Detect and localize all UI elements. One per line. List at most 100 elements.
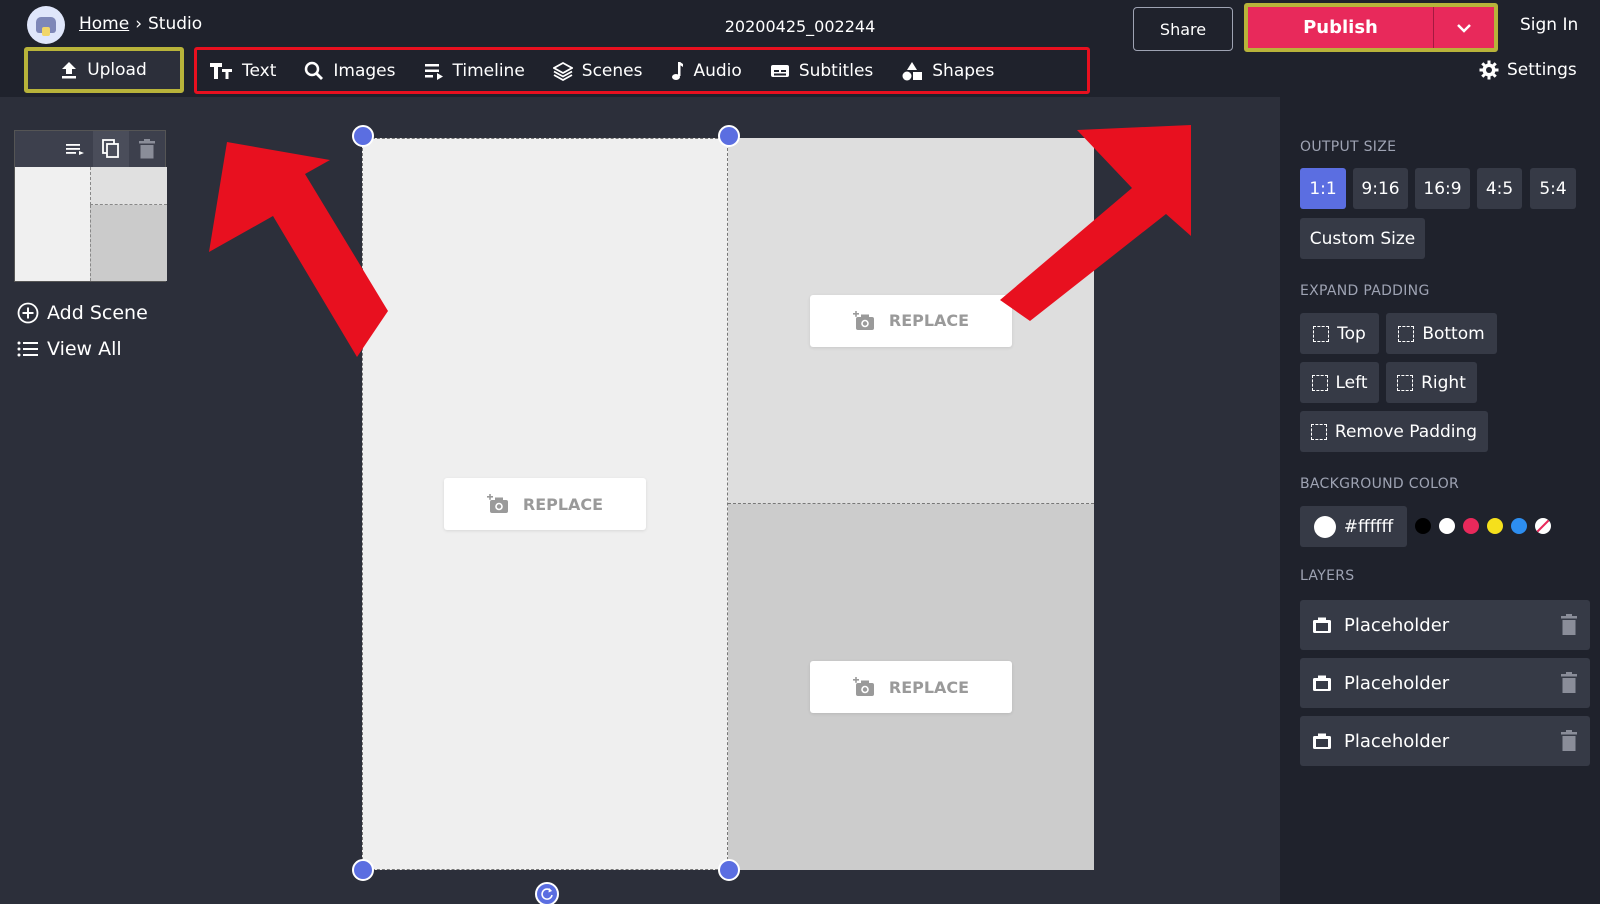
chevron-down-icon	[1457, 23, 1471, 33]
view-all-button[interactable]: View All	[17, 338, 122, 360]
output-size-1-1[interactable]: 1:1	[1300, 168, 1346, 209]
scene-options-button[interactable]	[57, 131, 93, 167]
padding-box-icon	[1398, 325, 1415, 342]
tool-scenes-label: Scenes	[581, 60, 643, 81]
resize-handle-bottom-left[interactable]	[352, 859, 374, 881]
output-size-4-5[interactable]: 4:5	[1477, 168, 1522, 209]
upload-label: Upload	[87, 60, 147, 80]
color-swatch-transparent[interactable]	[1535, 518, 1551, 534]
add-photo-icon	[852, 310, 874, 330]
layer-item[interactable]: Placeholder	[1300, 716, 1590, 766]
output-size-5-4[interactable]: 5:4	[1530, 168, 1576, 209]
resize-handle-top-right[interactable]	[718, 125, 740, 147]
breadcrumb: Home › Studio	[79, 14, 202, 34]
color-swatch-black[interactable]	[1415, 518, 1431, 534]
layer-name: Placeholder	[1344, 614, 1450, 636]
background-color-value: #ffffff	[1343, 516, 1394, 537]
text-icon	[210, 62, 232, 79]
padding-box-icon	[1311, 374, 1328, 391]
trash-icon[interactable]	[1560, 614, 1578, 636]
publish-dropdown-button[interactable]	[1434, 7, 1494, 48]
color-swatch-yellow[interactable]	[1487, 518, 1503, 534]
tool-scenes[interactable]: Scenes	[552, 60, 643, 81]
tool-images[interactable]: Images	[304, 61, 396, 81]
breadcrumb-current: Studio	[148, 14, 203, 34]
trash-icon	[139, 139, 155, 159]
tool-timeline-label: Timeline	[452, 60, 525, 81]
resize-handle-top-left[interactable]	[352, 125, 374, 147]
scene-preview-cell	[90, 167, 167, 205]
upload-icon	[62, 62, 77, 79]
background-color-picker[interactable]: #ffffff	[1300, 506, 1407, 547]
upload-button[interactable]: Upload	[28, 51, 180, 89]
padding-box-icon	[1313, 325, 1330, 342]
design-canvas[interactable]: REPLACE REPLACE REPLACE	[362, 138, 1094, 870]
delete-scene-button[interactable]	[129, 131, 165, 167]
add-photo-icon	[852, 677, 874, 696]
layer-item[interactable]: Placeholder	[1300, 600, 1590, 650]
color-swatch-red[interactable]	[1463, 518, 1479, 534]
list-icon	[17, 341, 38, 357]
color-swatch-blue[interactable]	[1511, 518, 1527, 534]
scene-thumbnail[interactable]	[14, 130, 167, 282]
padding-right-label: Right	[1421, 372, 1466, 393]
padding-top-label: Top	[1337, 323, 1366, 344]
layers-icon	[552, 61, 573, 81]
layers-heading: LAYERS	[1300, 568, 1355, 584]
output-size-9-16[interactable]: 9:16	[1353, 168, 1408, 209]
padding-box-icon	[1397, 374, 1414, 391]
music-note-icon	[672, 61, 684, 80]
document-title[interactable]: 20200425_002244	[700, 17, 900, 36]
replace-image-button[interactable]: REPLACE	[444, 478, 646, 530]
add-scene-label: Add Scene	[47, 302, 148, 324]
canvas-cell-left[interactable]: REPLACE	[362, 138, 728, 870]
list-options-icon	[66, 144, 84, 155]
resize-handle-bottom-right[interactable]	[718, 859, 740, 881]
tool-timeline[interactable]: Timeline	[424, 61, 525, 81]
remove-padding-label: Remove Padding	[1334, 421, 1478, 442]
padding-right-button[interactable]: Right	[1386, 362, 1477, 403]
layer-name: Placeholder	[1344, 730, 1450, 752]
background-color-heading: BACKGROUND COLOR	[1300, 476, 1460, 492]
gear-icon	[1479, 60, 1499, 80]
trash-icon[interactable]	[1560, 730, 1578, 752]
scene-thumbnail-toolbar	[15, 131, 165, 167]
top-bar: Home › Studio 20200425_002244 Share Publ…	[0, 0, 1600, 97]
tool-shapes[interactable]: Shapes	[901, 61, 994, 81]
color-swatch-white[interactable]	[1439, 518, 1455, 534]
replace-image-button[interactable]: REPLACE	[810, 294, 1012, 347]
image-layer-icon	[1313, 617, 1331, 633]
tool-subtitles[interactable]: Subtitles	[770, 61, 873, 81]
replace-image-button[interactable]: REPLACE	[810, 661, 1012, 713]
sign-in-link[interactable]: Sign In	[1520, 15, 1578, 35]
canvas-cell-bottom-right[interactable]: REPLACE	[728, 504, 1094, 870]
output-size-16-9[interactable]: 16:9	[1415, 168, 1470, 209]
tool-audio[interactable]: Audio	[670, 61, 742, 81]
padding-left-label: Left	[1335, 372, 1368, 393]
settings-button[interactable]: Settings	[1479, 60, 1577, 80]
tool-shapes-label: Shapes	[932, 60, 995, 81]
padding-box-icon	[1310, 423, 1327, 440]
tool-text[interactable]: Text	[209, 61, 276, 81]
publish-button[interactable]: Publish	[1248, 7, 1434, 48]
avatar[interactable]	[27, 6, 65, 44]
subtitles-icon	[770, 64, 789, 77]
view-all-label: View All	[47, 338, 122, 360]
padding-top-button[interactable]: Top	[1300, 313, 1379, 354]
remove-padding-button[interactable]: Remove Padding	[1300, 411, 1488, 452]
custom-size-button[interactable]: Custom Size	[1300, 218, 1425, 259]
add-scene-button[interactable]: Add Scene	[17, 302, 148, 324]
plus-circle-icon	[17, 302, 39, 324]
padding-left-button[interactable]: Left	[1300, 362, 1379, 403]
search-icon	[305, 61, 324, 80]
replace-label: REPLACE	[888, 677, 970, 697]
trash-icon[interactable]	[1560, 672, 1578, 694]
rotate-handle[interactable]	[535, 882, 559, 904]
breadcrumb-home-link[interactable]: Home	[79, 14, 129, 34]
share-button[interactable]: Share	[1133, 7, 1233, 51]
layer-item[interactable]: Placeholder	[1300, 658, 1590, 708]
duplicate-scene-button[interactable]	[93, 131, 129, 167]
image-layer-icon	[1313, 675, 1331, 691]
padding-bottom-button[interactable]: Bottom	[1386, 313, 1497, 354]
canvas-cell-top-right[interactable]: REPLACE	[728, 138, 1094, 504]
